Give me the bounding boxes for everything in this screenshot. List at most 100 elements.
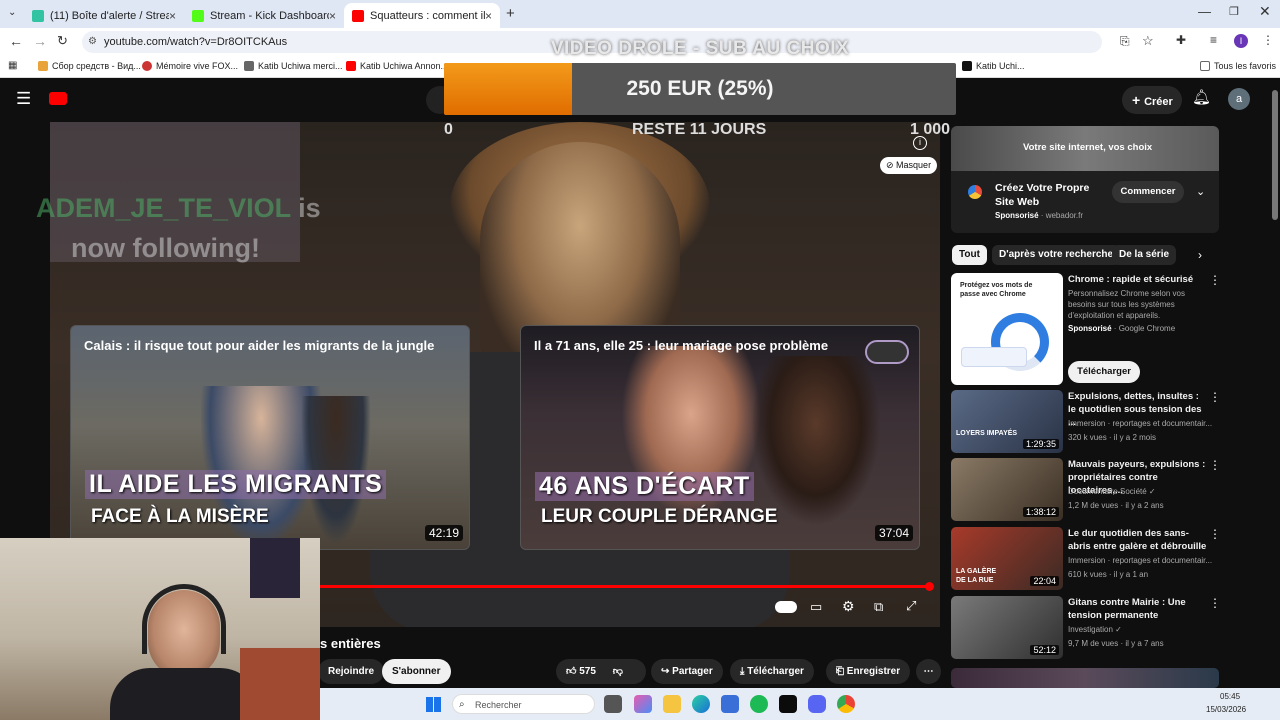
progress-scrubber[interactable] bbox=[925, 582, 934, 591]
spotify-icon[interactable] bbox=[750, 695, 768, 713]
profile-avatar[interactable]: I bbox=[1234, 34, 1248, 48]
account-avatar[interactable]: a bbox=[1228, 88, 1250, 110]
save-button[interactable]: ⎗ Enregistrer bbox=[826, 659, 911, 684]
miniplayer-icon[interactable]: ⧉ bbox=[874, 599, 883, 615]
taskbar-search-input[interactable]: ⌕ Rechercher bbox=[452, 694, 595, 714]
page-scrollbar[interactable] bbox=[1272, 90, 1278, 220]
new-tab-icon[interactable]: + bbox=[506, 5, 515, 22]
endcard-thumb-scene bbox=[751, 356, 881, 526]
tab-streamlabs[interactable]: (11) Boîte d'alerte / Streamlabs × bbox=[24, 3, 184, 28]
file-explorer-icon[interactable] bbox=[663, 695, 681, 713]
extensions-icon[interactable]: ✚ bbox=[1176, 33, 1186, 47]
chip-search[interactable]: D'après votre recherche bbox=[992, 245, 1121, 265]
goal-max: 1 000 bbox=[910, 121, 951, 138]
more-options-icon[interactable]: ⋮ bbox=[1209, 390, 1221, 404]
chip-all[interactable]: Tout bbox=[952, 245, 987, 265]
taskbar-date: 15/03/2026 bbox=[1206, 705, 1247, 714]
video-channel: Immersion · reportages et documentair... bbox=[1068, 556, 1213, 565]
bookmark-item[interactable]: Katib Uchi... bbox=[962, 61, 1025, 71]
bookmark-item[interactable]: Сбор средств - Вид... bbox=[38, 61, 141, 71]
discord-icon[interactable] bbox=[808, 695, 826, 713]
recommended-video[interactable]: 52:12 Gitans contre Mairie : Une tension… bbox=[951, 596, 1221, 660]
ad-cta-button[interactable]: Commencer bbox=[1112, 181, 1184, 203]
like-button[interactable]: 👍︎ 575 bbox=[566, 666, 596, 677]
copilot-icon[interactable] bbox=[634, 695, 652, 713]
download-button[interactable]: ⤓ Télécharger bbox=[730, 659, 814, 684]
close-tab-icon[interactable]: × bbox=[329, 9, 336, 23]
ad-domain: webador.fr bbox=[1045, 211, 1084, 220]
hamburger-menu-icon[interactable]: ☰ bbox=[16, 89, 31, 109]
bookmark-label: Katib Uchi... bbox=[976, 61, 1025, 71]
windows-start-icon[interactable] bbox=[426, 697, 441, 712]
store-icon[interactable] bbox=[721, 695, 739, 713]
tab-list-icon[interactable]: ⌄ bbox=[8, 7, 16, 18]
close-tab-icon[interactable]: × bbox=[485, 9, 492, 23]
more-options-icon[interactable]: ⋮ bbox=[1209, 458, 1221, 472]
share-button[interactable]: ↪ Partager bbox=[651, 659, 723, 684]
plus-icon: + bbox=[1132, 92, 1145, 108]
endcard-video-2[interactable]: Il a 71 ans, elle 25 : leur mariage pose… bbox=[520, 325, 920, 550]
more-options-icon[interactable]: ⋮ bbox=[1209, 527, 1221, 541]
apps-grid-icon[interactable]: ▦ bbox=[8, 60, 17, 71]
tab-youtube[interactable]: Squatteurs : comment ils ruinen × bbox=[344, 3, 500, 28]
video-channel: Investigation ✓ bbox=[1068, 625, 1122, 634]
recommended-video[interactable]: 1:38:12 Mauvais payeurs, expulsions : pr… bbox=[951, 458, 1221, 522]
settings-gear-icon[interactable]: ⚙ bbox=[842, 598, 855, 615]
dislike-button[interactable]: 👎︎ bbox=[613, 666, 623, 677]
recommended-video-partial[interactable] bbox=[951, 668, 1219, 688]
tab-kick[interactable]: Stream - Kick Dashboard × bbox=[184, 3, 344, 28]
more-actions-icon[interactable]: ⋯ bbox=[916, 659, 941, 684]
like-dislike-group: 👍︎ 575 👎︎ bbox=[556, 659, 646, 684]
subtitles-icon[interactable]: ▭ bbox=[810, 599, 822, 615]
ad-sponsored-label: Sponsorisé bbox=[995, 211, 1039, 220]
bookmark-star-icon[interactable]: ☆ bbox=[1142, 33, 1154, 49]
bookmark-item[interactable]: Katib Uchiwa Annon... bbox=[346, 61, 448, 71]
notifications-bell-icon[interactable]: 🔔︎ bbox=[1192, 88, 1211, 106]
minimize-icon[interactable]: — bbox=[1198, 4, 1211, 19]
all-bookmarks[interactable]: Tous les favoris bbox=[1200, 61, 1276, 71]
promo-card[interactable]: Protégez vos mots de passe avec Chrome C… bbox=[951, 273, 1221, 385]
webcam-person-body bbox=[110, 668, 260, 720]
bookmark-item[interactable]: Katib Uchiwa merci... bbox=[244, 61, 343, 71]
promo-description: Personnalisez Chrome selon vos besoins s… bbox=[1068, 289, 1185, 320]
join-button[interactable]: Rejoindre bbox=[318, 659, 385, 684]
taskbar-search-placeholder: Rechercher bbox=[475, 700, 522, 710]
hide-label: Masquer bbox=[896, 160, 932, 170]
reload-icon[interactable]: ↻ bbox=[57, 33, 68, 49]
bookmark-item[interactable]: Mémoire vive FOX... bbox=[142, 61, 238, 71]
chips-next-icon[interactable]: › bbox=[1198, 248, 1202, 262]
edge-icon[interactable] bbox=[692, 695, 710, 713]
chrome-icon[interactable] bbox=[837, 695, 855, 713]
recommended-video[interactable]: LOYERS IMPAYÉS 1:29:35 Expulsions, dette… bbox=[951, 390, 1221, 454]
forward-icon[interactable]: → bbox=[33, 33, 47, 49]
progress-track[interactable] bbox=[320, 582, 934, 591]
close-tab-icon[interactable]: × bbox=[169, 9, 176, 23]
youtube-logo[interactable] bbox=[49, 92, 67, 105]
media-icon[interactable]: ≡ bbox=[1210, 33, 1217, 47]
create-button[interactable]: + Créer bbox=[1122, 86, 1182, 114]
kick-app-icon[interactable] bbox=[779, 695, 797, 713]
task-view-icon[interactable] bbox=[604, 695, 622, 713]
close-window-icon[interactable]: ✕ bbox=[1259, 3, 1271, 20]
more-options-icon[interactable]: ⋮ bbox=[1209, 273, 1221, 287]
webcam-overlay bbox=[0, 538, 320, 720]
autoplay-toggle-icon[interactable] bbox=[865, 340, 909, 364]
chevron-down-icon[interactable]: ⌄ bbox=[1196, 185, 1205, 198]
site-info-icon[interactable]: ⚙ bbox=[88, 31, 97, 53]
subscribe-button[interactable]: S'abonner bbox=[382, 659, 451, 684]
endcard-video-1[interactable]: Calais : il risque tout pour aider les m… bbox=[70, 325, 470, 550]
chip-series[interactable]: De la série bbox=[1112, 245, 1177, 265]
menu-kebab-icon[interactable]: ⋮ bbox=[1262, 33, 1274, 47]
promo-download-button[interactable]: Télécharger bbox=[1068, 361, 1140, 383]
ad-card[interactable]: Créez Votre Propre Site Web Sponsorisé ·… bbox=[951, 171, 1219, 233]
cast-icon[interactable]: ⎘ bbox=[1120, 34, 1130, 49]
follow-suffix: is bbox=[298, 193, 321, 223]
autoplay-switch-icon[interactable] bbox=[775, 601, 797, 613]
back-icon[interactable]: ← bbox=[9, 33, 23, 49]
recommended-video[interactable]: LA GALÈRE DE LA RUE 22:04 Le dur quotidi… bbox=[951, 527, 1221, 591]
fullscreen-icon[interactable]: ⤢ bbox=[906, 598, 916, 614]
more-options-icon[interactable]: ⋮ bbox=[1209, 596, 1221, 610]
maximize-icon[interactable]: ❐ bbox=[1229, 5, 1239, 18]
ad-banner[interactable]: Votre site internet, vos choix bbox=[951, 126, 1219, 171]
hide-overlay-button[interactable]: ⊘ Masquer bbox=[880, 157, 938, 174]
